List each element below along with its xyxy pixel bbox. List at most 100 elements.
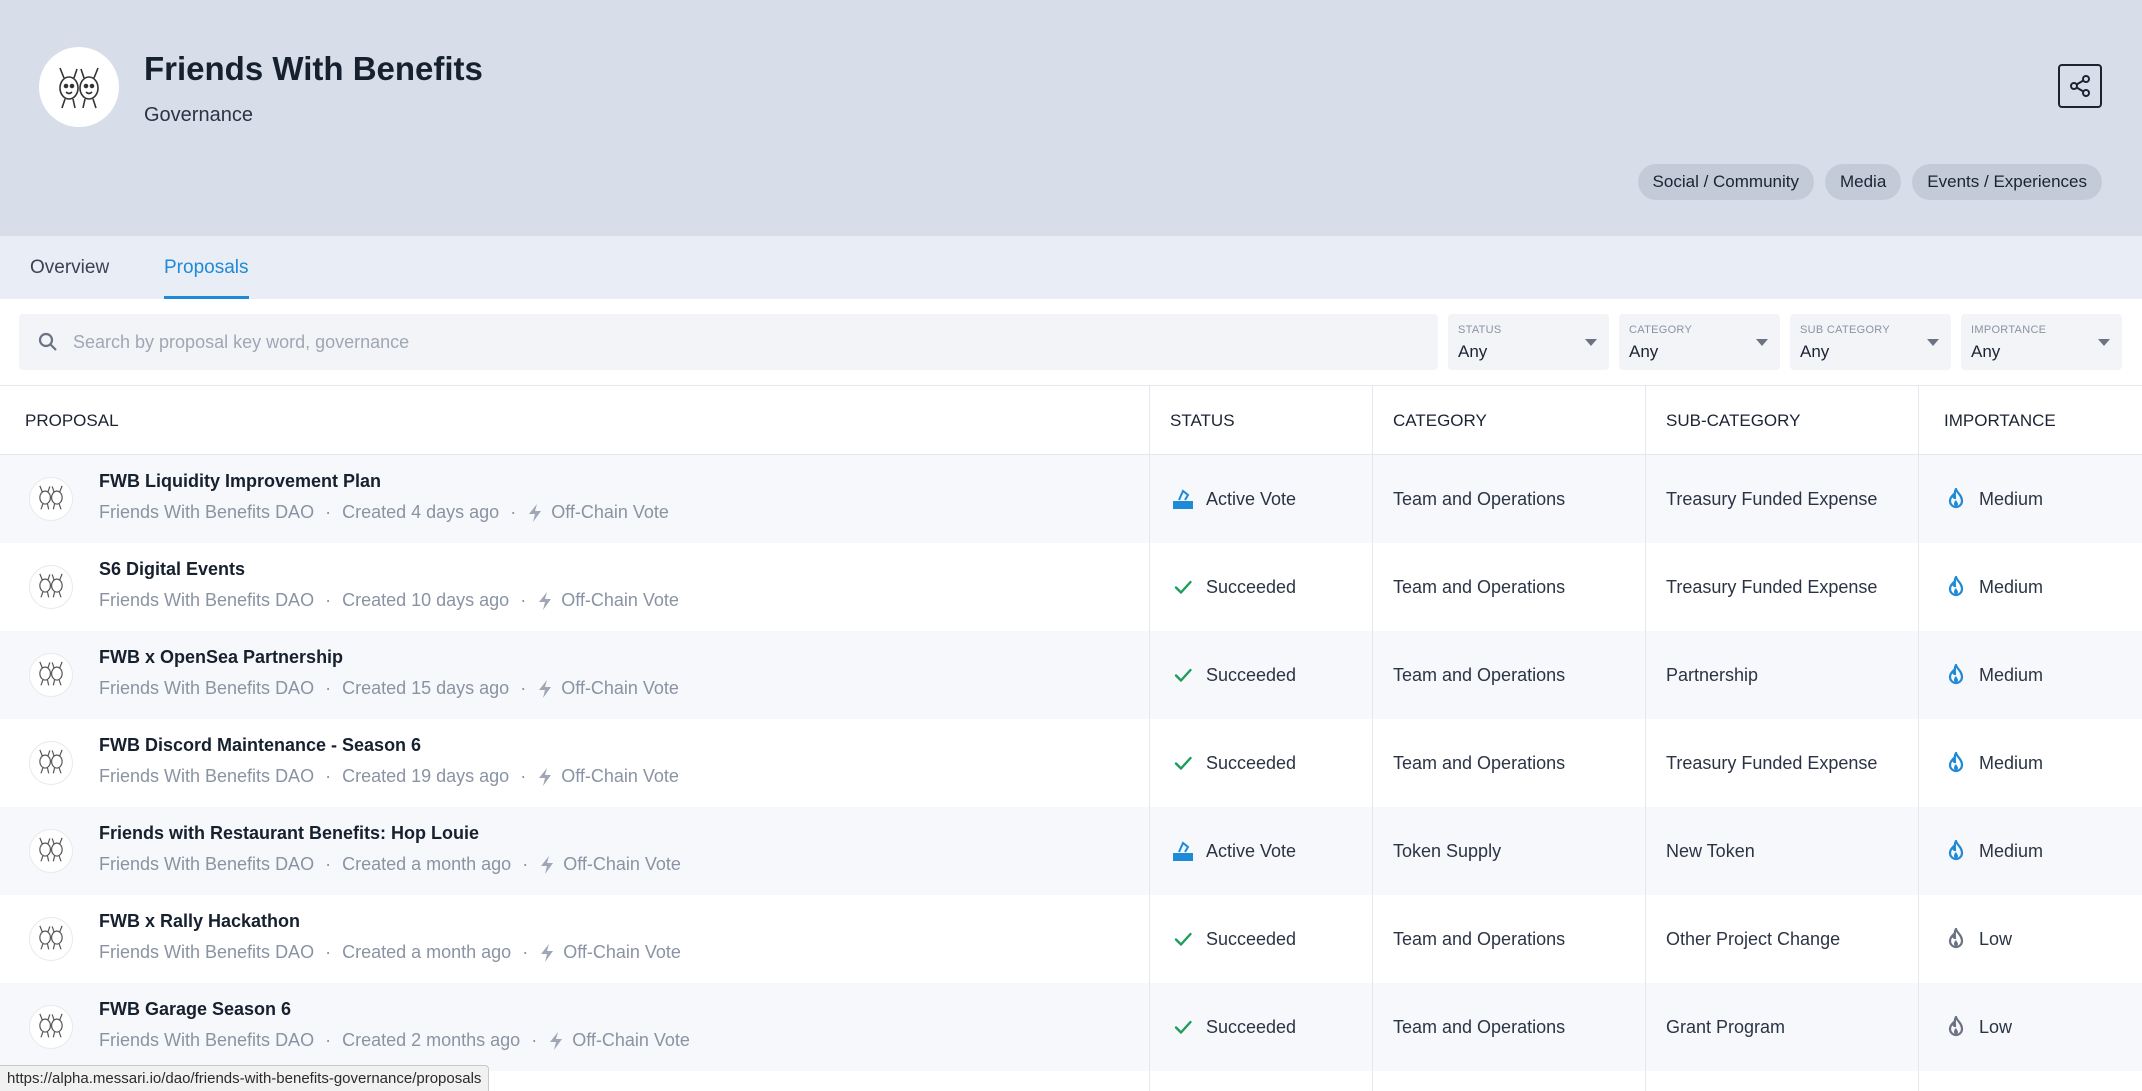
proposal-meta: Friends With Benefits DAO · Created 4 days… [99, 502, 669, 523]
share-button[interactable] [2058, 64, 2102, 108]
proposal-title[interactable]: FWB Discord Maintenance - Season 6 [99, 735, 421, 756]
lightning-bolt-icon [548, 1031, 564, 1051]
separator-dot: · [520, 766, 527, 786]
status-text: Succeeded [1206, 752, 1297, 773]
flame-icon [1945, 840, 1967, 862]
tag-social-community[interactable]: Social / Community [1637, 164, 1814, 200]
proposal-dao-name[interactable]: Friends With Benefits DAO [99, 678, 314, 699]
status-cell: Succeeded [1172, 719, 1296, 807]
status-text: Succeeded [1206, 576, 1297, 597]
category-filter-select[interactable]: CATEGORY Any [1619, 314, 1780, 370]
proposal-title[interactable]: S6 Digital Events [99, 559, 245, 580]
category-cell: Team and Operations [1393, 664, 1566, 685]
proposal-title[interactable]: Friends with Restaurant Benefits: Hop Lo… [99, 823, 479, 844]
status-cell: Succeeded [1172, 543, 1296, 631]
proposal-title[interactable]: FWB Liquidity Improvement Plan [99, 471, 381, 492]
lightning-bolt-icon [537, 591, 553, 611]
table-row[interactable]: FWB x Rally Hackathon Friends With Benefi… [0, 895, 2142, 983]
importance-text: Medium [1979, 840, 2044, 861]
tab-overview[interactable]: Overview [30, 236, 109, 299]
status-filter-label: STATUS [1458, 324, 1502, 336]
fwb-logo-icon [34, 1008, 68, 1047]
table-row[interactable]: FWB x OpenSea Partnership Friends With Be… [0, 631, 2142, 719]
sub-category-cell: Treasury Funded Expense [1666, 752, 1878, 773]
importance-text: Low [1979, 1016, 2013, 1037]
importance-cell: Low [1945, 983, 2012, 1071]
importance-filter-select[interactable]: IMPORTANCE Any [1961, 314, 2122, 370]
status-text: Succeeded [1206, 928, 1297, 949]
proposal-list: FWB Liquidity Improvement Plan Friends Wi… [0, 455, 2142, 1071]
column-header-sub-category[interactable]: SUB-CATEGORY [1666, 386, 1800, 455]
separator-dot: · [325, 766, 332, 786]
proposal-vote-type: Off-Chain Vote [563, 854, 681, 874]
status-text: Active Vote [1206, 488, 1297, 509]
check-icon [1172, 576, 1194, 598]
status-filter-select[interactable]: STATUS Any [1448, 314, 1609, 370]
table-row[interactable]: S6 Digital Events Friends With Benefits D… [0, 543, 2142, 631]
status-cell: Active Vote [1172, 455, 1296, 543]
sub-category-filter-select[interactable]: SUB CATEGORY Any [1790, 314, 1951, 370]
fwb-logo-icon [34, 832, 68, 871]
sub-category-cell: Other Project Change [1666, 928, 1841, 949]
table-row[interactable]: FWB Discord Maintenance - Season 6 Friend… [0, 719, 2142, 807]
importance-filter-value: Any [1971, 342, 2001, 361]
sub-category-filter-label: SUB CATEGORY [1800, 324, 1890, 336]
column-header-status[interactable]: STATUS [1170, 386, 1235, 455]
column-header-category[interactable]: CATEGORY [1393, 386, 1487, 455]
proposal-title[interactable]: FWB Garage Season 6 [99, 999, 291, 1020]
importance-text: Medium [1979, 488, 2044, 509]
flame-icon [1945, 488, 1967, 510]
table-row[interactable]: Friends with Restaurant Benefits: Hop Lo… [0, 807, 2142, 895]
proposal-vote-type: Off-Chain Vote [551, 502, 669, 522]
flame-icon [1945, 1016, 1967, 1038]
flame-icon [1945, 576, 1967, 598]
proposal-meta: Friends With Benefits DAO · Created 19 day… [99, 766, 679, 787]
proposal-title[interactable]: FWB x OpenSea Partnership [99, 647, 343, 668]
status-cell: Succeeded [1172, 983, 1296, 1071]
column-header-proposal[interactable]: PROPOSAL [25, 386, 119, 455]
category-cell: Team and Operations [1393, 576, 1566, 597]
lightning-bolt-icon [537, 679, 553, 699]
importance-text: Medium [1979, 664, 2044, 685]
tab-proposals[interactable]: Proposals [164, 236, 249, 299]
proposal-meta: Friends With Benefits DAO · Created 2 mont… [99, 1030, 690, 1051]
separator-dot: · [531, 1030, 538, 1050]
lightning-bolt-icon [539, 855, 555, 875]
category-cell: Team and Operations [1393, 928, 1566, 949]
tab-bar: Overview Proposals [0, 236, 2142, 299]
tag-events-experiences[interactable]: Events / Experiences [1912, 164, 2102, 200]
table-row[interactable]: FWB Liquidity Improvement Plan Friends Wi… [0, 455, 2142, 543]
tag-media[interactable]: Media [1824, 164, 1902, 200]
proposal-dao-name[interactable]: Friends With Benefits DAO [99, 590, 314, 611]
proposal-dao-name[interactable]: Friends With Benefits DAO [99, 766, 314, 787]
column-header-importance[interactable]: IMPORTANCE [1944, 386, 2056, 455]
flame-icon [1945, 664, 1967, 686]
fwb-logo-icon [34, 744, 68, 783]
proposal-dao-name[interactable]: Friends With Benefits DAO [99, 1030, 314, 1051]
dao-avatar [29, 917, 73, 961]
separator-dot: · [520, 678, 527, 698]
importance-cell: Medium [1945, 719, 2043, 807]
dao-avatar [29, 1005, 73, 1049]
proposal-meta: Friends With Benefits DAO · Created a mont… [99, 942, 681, 963]
tag-list: Social / Community Media Events / Experi… [1637, 164, 2102, 200]
proposal-title[interactable]: FWB x Rally Hackathon [99, 911, 300, 932]
separator-dot: · [522, 942, 529, 962]
importance-cell: Medium [1945, 543, 2043, 631]
proposal-created: Created 19 days ago [342, 766, 510, 786]
proposal-dao-name[interactable]: Friends With Benefits DAO [99, 502, 314, 523]
proposal-dao-name[interactable]: Friends With Benefits DAO [99, 942, 314, 963]
page-title: Friends With Benefits [144, 50, 483, 87]
importance-cell: Low [1945, 895, 2012, 983]
caret-down-icon [1756, 339, 1768, 346]
dao-avatar [29, 565, 73, 609]
sub-category-cell: New Token [1666, 840, 1755, 861]
column-divider [1645, 386, 1646, 1091]
table-row[interactable]: FWB Garage Season 6 Friends With Benefits… [0, 983, 2142, 1071]
importance-cell: Medium [1945, 807, 2043, 895]
column-divider [1918, 386, 1919, 1091]
proposal-dao-name[interactable]: Friends With Benefits DAO [99, 854, 314, 875]
search-input[interactable] [73, 331, 1373, 353]
status-cell: Succeeded [1172, 631, 1296, 719]
check-icon [1172, 752, 1194, 774]
